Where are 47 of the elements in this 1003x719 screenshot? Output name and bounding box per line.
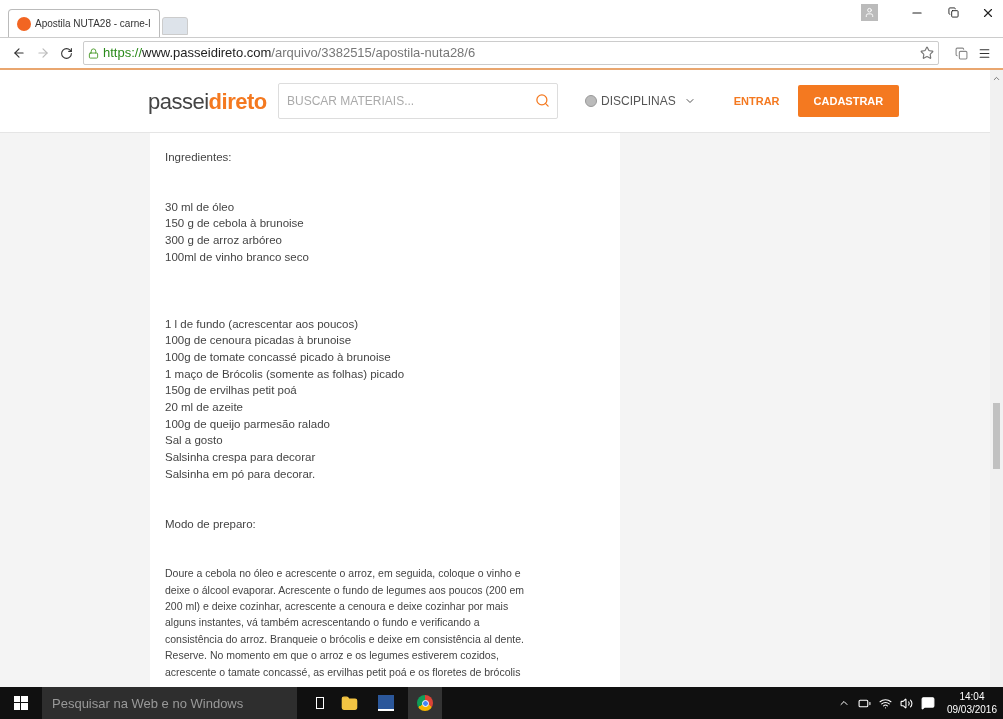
ingredient-line: 150 g de cebola à brunoise: [165, 216, 304, 232]
ingredient-line: Salsinha crespa para decorar: [165, 450, 316, 466]
taskbar-search-field[interactable]: Pesquisar na Web e no Windows: [42, 687, 297, 719]
taskbar-clock[interactable]: 14:04 09/03/2016: [946, 690, 997, 716]
ingredient-line: 30 ml de óleo: [165, 199, 235, 215]
menu-icon[interactable]: [978, 46, 991, 60]
ingredient-line: 20 ml de azeite: [165, 400, 243, 416]
url-path: /arquivo/3382515/apostila-nuta28/6: [271, 44, 476, 63]
search-field[interactable]: BUSCAR MATERIAIS...: [278, 83, 558, 119]
tab-title: Apostila NUTA28 - carne-l: [35, 17, 151, 31]
disciplines-menu[interactable]: DISCIPLINAS: [585, 92, 696, 110]
lock-icon: [88, 47, 99, 59]
browser-app-icon[interactable]: [408, 687, 442, 719]
ingredient-line: 100g de tomate concassé picado à brunoise: [165, 349, 391, 365]
ingredient-line: Salsinha em pó para decorar.: [165, 466, 316, 482]
site-favicon: [17, 16, 31, 31]
back-icon[interactable]: [12, 46, 26, 60]
browser-tab[interactable]: Apostila NUTA28 - carne-l: [8, 9, 160, 37]
folder-icon[interactable]: [341, 694, 358, 712]
instructions-paragraph: Doure a cebola no óleo e acrescente o arroz, em seguida, coloque o vinho e deixe o álcool evaporar. Acrescente o fundo de legumes aos poucos (200 em 200 ml) e deixe cozinhar, acrescente a cenoura e deixe cozinhar por mais alguns instantes, vá também acrescentando o fundo e verificando a consistência do arroz. Branqueie o brócolis e deixe em consistência al dente. Reserve. No momento em que o arroz e os legumes estiverem cozidos, acrescente o tamate concassé, as ervilhas petit poá e os floretes de brócolis: [165, 566, 525, 680]
ingredient-line: 300 g de arroz arbóreo: [165, 233, 282, 249]
ingredient-line: 1 maço de Brócolis (somente as folhas) picado: [165, 366, 405, 382]
wifi-icon[interactable]: [878, 696, 892, 710]
section-heading: Ingredientes:: [165, 150, 233, 165]
restore-icon[interactable]: [948, 7, 959, 18]
address-field[interactable]: https://www.passeidireto.com/arquivo/3382515/apostila-nuta28/6: [83, 41, 939, 65]
url-host: www.passeidireto.com: [142, 44, 272, 63]
search-icon[interactable]: [535, 93, 550, 108]
scrollbar-thumb[interactable]: [993, 403, 1000, 469]
scrollbar[interactable]: [990, 70, 1003, 687]
person-icon: [864, 7, 875, 18]
ingredient-line: 100g de cenoura picadas à brunoise: [165, 333, 352, 349]
notification-icon[interactable]: [920, 696, 935, 710]
site-logo[interactable]: passeidireto: [148, 84, 278, 118]
bookmark-star-icon[interactable]: [920, 46, 934, 60]
url-scheme: https://: [103, 44, 143, 63]
ingredient-line: 100ml de vinho branco seco: [165, 249, 309, 265]
ingredient-line: 1 l de fundo (acrescentar aos poucos): [165, 316, 359, 332]
section-heading: Modo de preparo:: [165, 516, 257, 532]
ingredient-line: 150g de ervilhas petit poá: [165, 383, 297, 399]
scroll-up-icon[interactable]: [992, 74, 1001, 83]
ingredient-line: Sal a gosto: [165, 433, 223, 449]
ingredient-line: 100g de queijo parmesão ralado: [165, 416, 330, 432]
document-app-icon[interactable]: [378, 695, 394, 711]
reload-icon[interactable]: [60, 46, 73, 60]
volume-icon[interactable]: [899, 696, 913, 710]
extension-icon[interactable]: [955, 46, 968, 60]
